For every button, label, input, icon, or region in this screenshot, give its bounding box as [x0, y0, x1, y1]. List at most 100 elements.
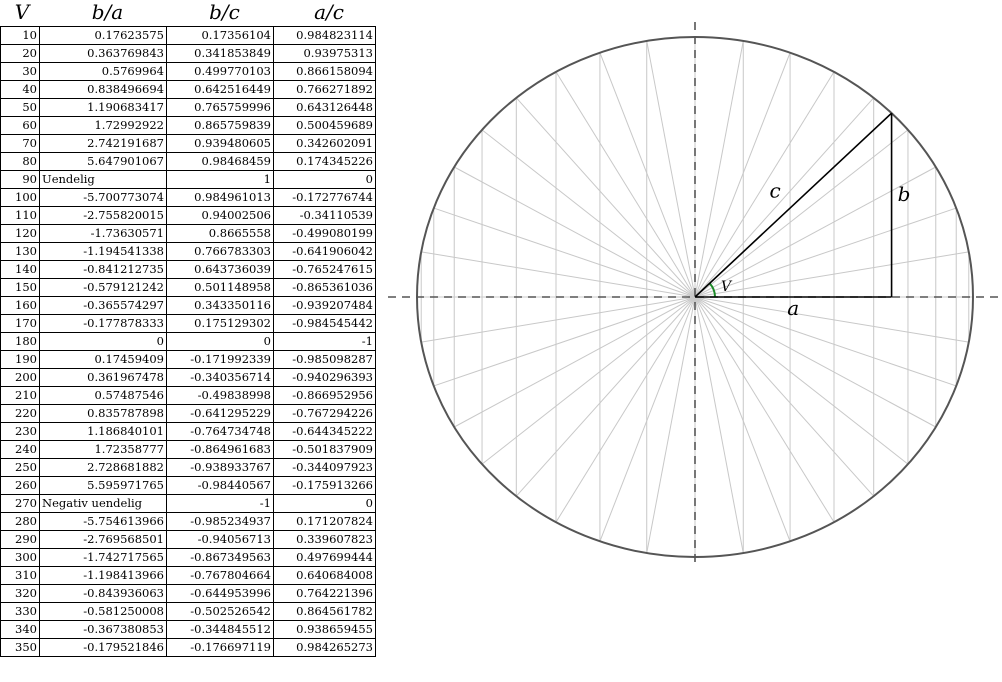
- cell-b-over-a: 0.838496694: [39, 80, 167, 99]
- cell-b-over-a: 0.363769843: [39, 44, 167, 63]
- cell-b-over-c: 0: [166, 332, 274, 351]
- cell-b-over-a: -0.579121242: [39, 278, 167, 297]
- cell-b-over-a: -0.177878333: [39, 314, 167, 333]
- table-row: 250 2.728681882 -0.938933767 -0.344097923: [0, 458, 376, 477]
- cell-b-over-c: -0.98440567: [166, 476, 274, 495]
- cell-angle: 250: [0, 458, 40, 477]
- cell-a-over-c: -0.985098287: [273, 350, 376, 369]
- cell-a-over-c: 0.500459689: [273, 116, 376, 135]
- cell-a-over-c: -0.767294226: [273, 404, 376, 423]
- cell-a-over-c: 0.342602091: [273, 134, 376, 153]
- cell-b-over-a: 2.728681882: [39, 458, 167, 477]
- cell-b-over-c: -0.94056713: [166, 530, 274, 549]
- cell-b-over-c: -0.502526542: [166, 602, 274, 621]
- table-row: 30 0.5769964 0.499770103 0.866158094: [0, 62, 376, 81]
- angle-ray: [694, 207, 957, 298]
- trig-table-body: 10 0.17623575 0.17356104 0.984823114 20 0.363…: [0, 26, 376, 657]
- cell-b-over-a: 0.17623575: [39, 26, 167, 45]
- angle-ray: [481, 129, 696, 298]
- cell-a-over-c: -0.984545442: [273, 314, 376, 333]
- angle-ray: [599, 296, 696, 542]
- cell-b-over-a: 0: [39, 332, 167, 351]
- cell-angle: 70: [0, 134, 40, 153]
- cell-a-over-c: 0.766271892: [273, 80, 376, 99]
- cell-angle: 290: [0, 530, 40, 549]
- header-b-over-c: b/c: [209, 0, 240, 24]
- table-row: 160 -0.365574297 0.343350116 -0.939207484: [0, 296, 376, 315]
- cell-b-over-c: -0.864961683: [166, 440, 274, 459]
- cell-b-over-a: -0.581250008: [39, 602, 167, 621]
- table-row: 270 Negativ uendelig -1 0: [0, 494, 376, 513]
- cell-a-over-c: -1: [273, 332, 376, 351]
- cell-a-over-c: 0.643126448: [273, 98, 376, 117]
- cell-b-over-a: 2.742191687: [39, 134, 167, 153]
- cell-a-over-c: -0.499080199: [273, 224, 376, 243]
- cell-b-over-a: -1.194541338: [39, 242, 167, 261]
- cell-b-over-c: -0.985234937: [166, 512, 274, 531]
- unit-circle-diagram: c b a V: [388, 22, 1000, 566]
- cell-b-over-a: 0.5769964: [39, 62, 167, 81]
- cell-a-over-c: 0.938659455: [273, 620, 376, 639]
- angle-ray: [515, 296, 696, 497]
- cell-b-over-c: 0.499770103: [166, 62, 274, 81]
- table-row: 200 0.361967478 -0.340356714 -0.940296393: [0, 368, 376, 387]
- cell-angle: 170: [0, 314, 40, 333]
- cell-b-over-c: -0.171992339: [166, 350, 274, 369]
- cell-b-over-a: 0.17459409: [39, 350, 167, 369]
- cell-a-over-c: 0.864561782: [273, 602, 376, 621]
- cell-angle: 240: [0, 440, 40, 459]
- table-row: 50 1.190683417 0.765759996 0.643126448: [0, 98, 376, 117]
- cell-angle: 20: [0, 44, 40, 63]
- angle-ray: [694, 296, 957, 387]
- cell-b-over-a: -0.179521846: [39, 638, 167, 657]
- cell-b-over-c: 0.98468459: [166, 152, 274, 171]
- cell-b-over-c: -0.176697119: [166, 638, 274, 657]
- cell-angle: 320: [0, 584, 40, 603]
- cell-b-over-a: -1.198413966: [39, 566, 167, 585]
- cell-b-over-c: 0.766783303: [166, 242, 274, 261]
- cell-angle: 340: [0, 620, 40, 639]
- cell-b-over-a: 0.57487546: [39, 386, 167, 405]
- cell-b-over-c: 0.501148958: [166, 278, 274, 297]
- cell-a-over-c: -0.34110539: [273, 206, 376, 225]
- cell-b-over-c: -0.344845512: [166, 620, 274, 639]
- cell-b-over-a: 0.361967478: [39, 368, 167, 387]
- table-row: 220 0.835787898 -0.641295229 -0.767294226: [0, 404, 376, 423]
- cell-b-over-c: 0.94002506: [166, 206, 274, 225]
- trig-values-table: 10 0.17623575 0.17356104 0.984823114 20 0.363…: [0, 26, 376, 657]
- cell-b-over-c: -0.867349563: [166, 548, 274, 567]
- cell-b-over-c: -0.767804664: [166, 566, 274, 585]
- cell-b-over-a: -2.755820015: [39, 206, 167, 225]
- cell-a-over-c: -0.172776744: [273, 188, 376, 207]
- cell-b-over-a: 1.190683417: [39, 98, 167, 117]
- cell-a-over-c: 0: [273, 494, 376, 513]
- cell-b-over-c: 1: [166, 170, 274, 189]
- angle-ray: [694, 296, 791, 542]
- table-row: 290 -2.769568501 -0.94056713 0.339607823: [0, 530, 376, 549]
- cell-b-over-c: -0.764734748: [166, 422, 274, 441]
- cell-b-over-a: -5.700773074: [39, 188, 167, 207]
- table-row: 280 -5.754613966 -0.985234937 0.171207824: [0, 512, 376, 531]
- cell-angle: 120: [0, 224, 40, 243]
- cell-b-over-a: -1.742717565: [39, 548, 167, 567]
- cell-a-over-c: -0.175913266: [273, 476, 376, 495]
- table-row: 60 1.72992922 0.865759839 0.500459689: [0, 116, 376, 135]
- table-row: 120 -1.73630571 0.8665558 -0.499080199: [0, 224, 376, 243]
- cell-a-over-c: 0.497699444: [273, 548, 376, 567]
- cell-a-over-c: -0.865361036: [273, 278, 376, 297]
- cell-angle: 350: [0, 638, 40, 657]
- cell-b-over-c: -0.49838998: [166, 386, 274, 405]
- angle-ray: [599, 52, 696, 298]
- cell-angle: 220: [0, 404, 40, 423]
- table-row: 300 -1.742717565 -0.867349563 0.497699444: [0, 548, 376, 567]
- table-row: 150 -0.579121242 0.501148958 -0.865361036: [0, 278, 376, 297]
- angle-ray: [694, 52, 791, 298]
- table-row: 230 1.186840101 -0.764734748 -0.644345222: [0, 422, 376, 441]
- angle-ray: [481, 296, 696, 465]
- cell-a-over-c: 0.174345226: [273, 152, 376, 171]
- cell-angle: 210: [0, 386, 40, 405]
- header-b-over-a: b/a: [91, 0, 124, 24]
- cell-b-over-a: -0.843936063: [39, 584, 167, 603]
- trig-table-panel: V b/a b/c a/c 10 0.17623575 0.17356104 0.98…: [0, 0, 380, 682]
- table-row: 180 0 0 -1: [0, 332, 376, 351]
